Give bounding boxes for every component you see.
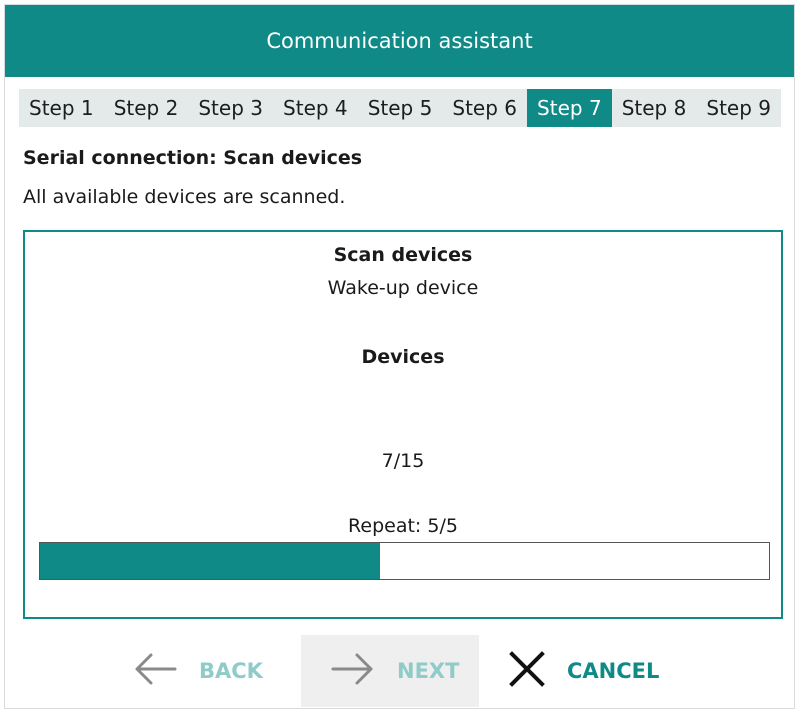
window-titlebar: Communication assistant: [5, 5, 794, 77]
window-title: Communication assistant: [266, 29, 533, 53]
scan-progress-bar: [39, 542, 770, 580]
scan-status: Wake-up device: [327, 277, 479, 299]
step-tab-9[interactable]: Step 9: [696, 89, 781, 127]
device-count: 7/15: [381, 450, 425, 472]
step-navigation: Step 1 Step 2 Step 3 Step 4 Step 5 Step …: [19, 89, 781, 127]
page-heading: Serial connection: Scan devices: [23, 147, 363, 169]
step-tab-3[interactable]: Step 3: [188, 89, 273, 127]
step-tab-4[interactable]: Step 4: [273, 89, 358, 127]
devices-label: Devices: [361, 346, 445, 368]
step-tab-7[interactable]: Step 7: [527, 89, 612, 127]
repeat-text: Repeat: 5/5: [348, 515, 458, 537]
cancel-button[interactable]: CANCEL: [509, 635, 689, 707]
scan-panel: Scan devices Wake-up device Devices 7/15…: [23, 230, 783, 619]
step-tab-2[interactable]: Step 2: [104, 89, 189, 127]
arrow-left-icon: [133, 653, 177, 690]
back-button[interactable]: BACK: [133, 635, 283, 707]
next-label: NEXT: [397, 659, 460, 683]
arrow-right-icon: [331, 653, 375, 690]
step-tab-8[interactable]: Step 8: [612, 89, 697, 127]
dialog-footer: BACK NEXT CANCEL: [5, 635, 794, 707]
page-description: All available devices are scanned.: [23, 186, 346, 208]
back-label: BACK: [199, 659, 263, 683]
step-tab-5[interactable]: Step 5: [358, 89, 443, 127]
cancel-label: CANCEL: [567, 659, 660, 683]
next-button[interactable]: NEXT: [301, 635, 479, 707]
scan-progress-fill: [40, 543, 381, 579]
step-tab-1[interactable]: Step 1: [19, 89, 104, 127]
close-x-icon: [509, 650, 545, 692]
communication-assistant-dialog: Communication assistant Step 1 Step 2 St…: [4, 4, 795, 709]
step-tab-6[interactable]: Step 6: [442, 89, 527, 127]
scan-title: Scan devices: [333, 244, 473, 266]
